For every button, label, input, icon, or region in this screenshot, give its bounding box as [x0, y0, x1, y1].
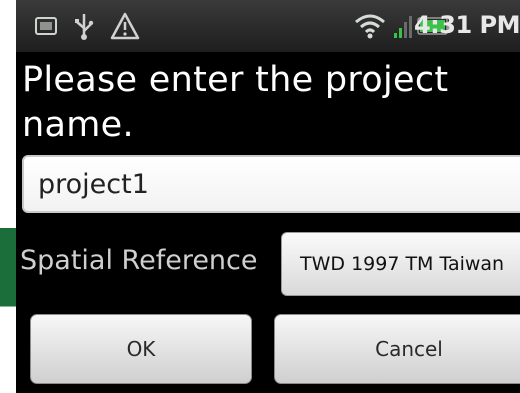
phone-screen: 4:31 PM Please enter the project name. S…	[16, 0, 520, 393]
cancel-button-label: Cancel	[375, 337, 443, 361]
sim-card-icon	[32, 12, 60, 40]
signal-icon	[392, 12, 414, 40]
spatial-reference-spinner[interactable]: TWD 1997 TM Taiwan	[281, 232, 520, 296]
status-bar: 4:31 PM	[16, 0, 520, 52]
spatial-reference-value: TWD 1997 TM Taiwan	[300, 253, 505, 275]
wifi-icon	[352, 12, 388, 40]
cancel-button[interactable]: Cancel	[274, 314, 520, 384]
dialog-message: Please enter the project name.	[22, 60, 449, 145]
ok-button[interactable]: OK	[30, 314, 252, 384]
clock: 4:31 PM	[413, 11, 520, 39]
project-name-input[interactable]	[22, 155, 520, 213]
warning-icon	[108, 12, 142, 40]
usb-icon	[70, 12, 98, 40]
spatial-reference-label: Spatial Reference	[20, 245, 258, 276]
ok-button-label: OK	[126, 337, 156, 361]
background-page	[0, 0, 16, 393]
